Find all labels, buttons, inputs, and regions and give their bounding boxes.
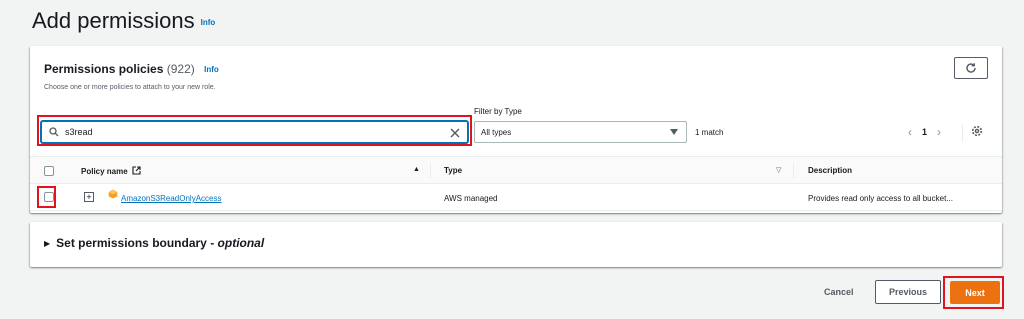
policy-description: Provides read only access to all bucket.… bbox=[808, 194, 953, 203]
current-page[interactable]: 1 bbox=[922, 127, 927, 137]
column-divider bbox=[793, 163, 794, 179]
sort-ascending-icon[interactable]: ▲ bbox=[413, 166, 420, 173]
sort-icon[interactable]: ▽ bbox=[776, 166, 781, 174]
policies-header: Permissions policies (922) Info bbox=[44, 62, 219, 76]
permissions-boundary-panel: ▶ Set permissions boundary - optional bbox=[30, 222, 1002, 267]
page-title: Add permissions Info bbox=[32, 8, 215, 34]
table-row: + AmazonS3ReadOnlyAccess AWS managed Pro… bbox=[30, 184, 1002, 211]
policies-count: (922) bbox=[166, 62, 195, 76]
pagination: ‹ 1 › bbox=[908, 125, 941, 139]
caret-down-icon bbox=[670, 129, 678, 135]
policy-name-link[interactable]: AmazonS3ReadOnlyAccess bbox=[121, 194, 222, 203]
page-title-text: Add permissions bbox=[32, 8, 195, 33]
pager-divider bbox=[962, 124, 963, 142]
refresh-icon bbox=[966, 63, 976, 73]
previous-button[interactable]: Previous bbox=[875, 280, 941, 304]
table-settings-button[interactable] bbox=[970, 124, 986, 140]
table-header: Policy name ▲ Type ▽ Description bbox=[30, 156, 1002, 184]
aws-managed-policy-icon bbox=[108, 189, 118, 199]
expand-row-button[interactable]: + bbox=[84, 192, 94, 202]
filter-by-type-label: Filter by Type bbox=[474, 107, 522, 116]
next-page-icon[interactable]: › bbox=[937, 125, 941, 139]
column-divider bbox=[430, 163, 431, 179]
refresh-button[interactable] bbox=[954, 57, 988, 79]
policies-title: Permissions policies bbox=[44, 62, 164, 76]
previous-page-icon[interactable]: ‹ bbox=[908, 125, 912, 139]
cancel-button[interactable]: Cancel bbox=[824, 287, 854, 297]
next-highlight-box bbox=[943, 276, 1004, 309]
expand-caret-icon: ▶ bbox=[44, 238, 51, 248]
policies-info-link[interactable]: Info bbox=[204, 65, 219, 74]
page-info-link[interactable]: Info bbox=[201, 18, 216, 27]
boundary-title: Set permissions boundary - optional bbox=[56, 236, 265, 250]
checkbox-highlight-box bbox=[37, 186, 56, 208]
select-all-checkbox[interactable] bbox=[44, 166, 54, 176]
column-description[interactable]: Description bbox=[808, 166, 852, 175]
type-filter-select[interactable]: All types bbox=[474, 121, 687, 143]
column-type[interactable]: Type bbox=[444, 166, 462, 175]
permissions-boundary-toggle[interactable]: ▶ Set permissions boundary - optional bbox=[44, 236, 264, 250]
search-highlight-box bbox=[37, 115, 472, 146]
column-policy-name[interactable]: Policy name bbox=[81, 166, 141, 176]
match-count: 1 match bbox=[695, 128, 724, 137]
policies-description: Choose one or more policies to attach to… bbox=[44, 84, 216, 91]
type-filter-value: All types bbox=[481, 127, 512, 137]
external-link-icon bbox=[132, 166, 141, 175]
policy-type: AWS managed bbox=[444, 194, 498, 203]
gear-icon bbox=[971, 125, 983, 137]
